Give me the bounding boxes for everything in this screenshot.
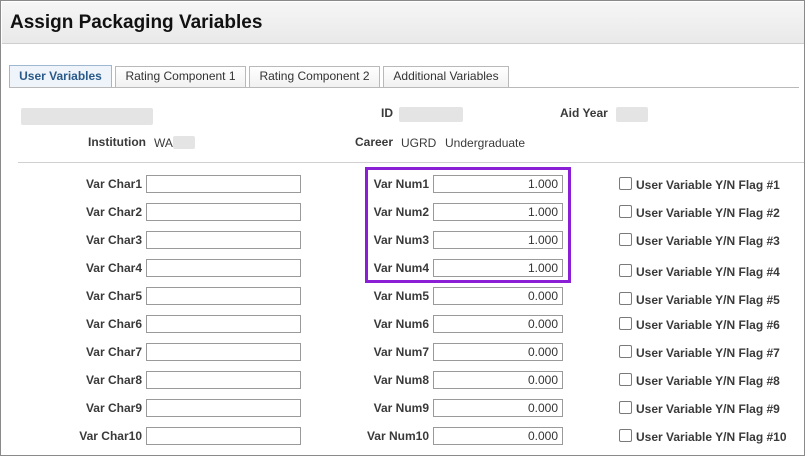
var-char-input[interactable]: [146, 231, 301, 249]
var-num-label: Var Num5: [373, 289, 429, 303]
var-char-input[interactable]: [146, 175, 301, 193]
yn-flag-label: User Variable Y/N Flag #9: [636, 402, 780, 416]
yn-flag-checkbox[interactable]: [619, 177, 632, 190]
var-char-input[interactable]: [146, 371, 301, 389]
tab-rating-component-2[interactable]: Rating Component 2: [249, 66, 380, 87]
aid-year-label: Aid Year: [560, 106, 608, 120]
var-char-label: Var Char10: [79, 429, 142, 443]
var-num-label: Var Num10: [366, 429, 429, 443]
yn-flag-checkbox[interactable]: [619, 429, 632, 442]
page-title: Assign Packaging Variables: [10, 12, 263, 33]
yn-flag-checkbox[interactable]: [619, 373, 632, 386]
yn-flag-label: User Variable Y/N Flag #8: [636, 374, 780, 388]
var-num-label: Var Num7: [373, 345, 429, 359]
var-num-input[interactable]: [433, 343, 563, 361]
var-char-label: Var Char7: [85, 345, 142, 359]
var-num-input[interactable]: [433, 427, 563, 445]
var-char-label: Var Char4: [85, 261, 142, 275]
var-char-label: Var Char8: [85, 373, 142, 387]
yn-flag-checkbox[interactable]: [619, 264, 632, 277]
var-num-input[interactable]: [433, 315, 563, 333]
var-num-input[interactable]: [433, 371, 563, 389]
var-char-input[interactable]: [146, 287, 301, 305]
yn-flag-label: User Variable Y/N Flag #7: [636, 346, 780, 360]
var-char-input[interactable]: [146, 203, 301, 221]
career-code: UGRD: [401, 136, 437, 150]
var-num-input[interactable]: [433, 287, 563, 305]
institution-value: WA: [154, 136, 173, 150]
var-char-input[interactable]: [146, 427, 301, 445]
section-divider: [18, 162, 804, 163]
aid-year-redacted: [616, 107, 648, 122]
var-char-label: Var Char5: [85, 289, 142, 303]
career-label: Career: [355, 135, 394, 149]
var-num-input[interactable]: [433, 399, 563, 417]
career-description: Undergraduate: [445, 136, 526, 150]
var-char-input[interactable]: [146, 315, 301, 333]
yn-flag-label: User Variable Y/N Flag #10: [636, 430, 787, 444]
yn-flag-label: User Variable Y/N Flag #1: [636, 178, 780, 192]
yn-flag-label: User Variable Y/N Flag #2: [636, 206, 780, 220]
yn-flag-label: User Variable Y/N Flag #6: [636, 318, 780, 332]
highlight-box: [365, 167, 571, 283]
yn-flag-label: User Variable Y/N Flag #5: [636, 293, 780, 307]
var-char-label: Var Char1: [85, 177, 142, 191]
var-num-label: Var Num9: [373, 401, 429, 415]
tab-user-variables[interactable]: User Variables: [9, 65, 112, 88]
var-num-label: Var Num8: [373, 373, 429, 387]
var-char-input[interactable]: [146, 259, 301, 277]
institution-label: Institution: [88, 135, 146, 149]
yn-flag-checkbox[interactable]: [619, 205, 632, 218]
tab-underline: [9, 87, 799, 88]
page-frame: Assign Packaging Variables User Variable…: [0, 0, 805, 456]
var-char-label: Var Char6: [85, 317, 142, 331]
yn-flag-checkbox[interactable]: [619, 345, 632, 358]
title-bar: Assign Packaging Variables: [2, 2, 804, 44]
name-redacted: [21, 108, 153, 125]
yn-flag-label: User Variable Y/N Flag #3: [636, 234, 780, 248]
var-char-input[interactable]: [146, 343, 301, 361]
var-char-label: Var Char9: [85, 401, 142, 415]
yn-flag-checkbox[interactable]: [619, 317, 632, 330]
tab-rating-component-1[interactable]: Rating Component 1: [115, 66, 246, 87]
tab-additional-variables[interactable]: Additional Variables: [383, 66, 509, 87]
yn-flag-checkbox[interactable]: [619, 292, 632, 305]
var-char-input[interactable]: [146, 399, 301, 417]
yn-flag-checkbox[interactable]: [619, 401, 632, 414]
yn-flag-checkbox[interactable]: [619, 233, 632, 246]
var-num-label: Var Num6: [373, 317, 429, 331]
id-redacted: [399, 107, 463, 122]
yn-flag-label: User Variable Y/N Flag #4: [636, 265, 780, 279]
var-char-label: Var Char3: [85, 233, 142, 247]
id-label: ID: [381, 106, 393, 120]
var-char-label: Var Char2: [85, 205, 142, 219]
institution-redacted: [173, 136, 195, 149]
